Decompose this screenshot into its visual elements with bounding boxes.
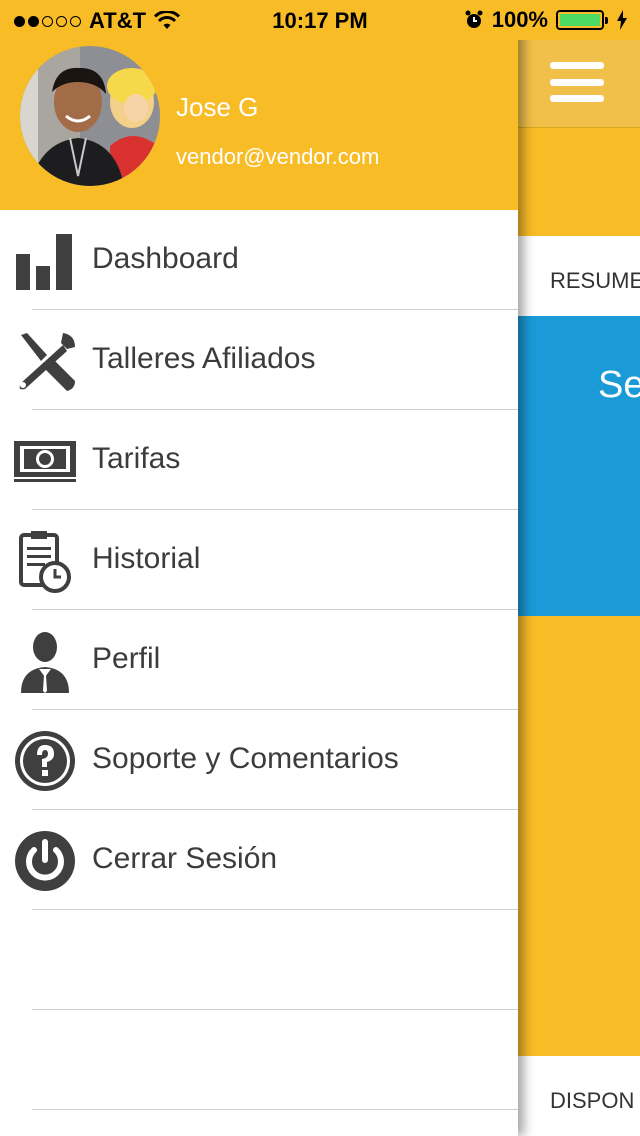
alarm-icon	[465, 10, 483, 28]
menu-item-perfil[interactable]: Perfil	[0, 610, 518, 710]
header-band	[518, 128, 640, 236]
summary-card[interactable]: Se	[518, 316, 640, 616]
menu-item-label: Talleres Afiliados	[92, 342, 316, 375]
menu-empty-row	[0, 1010, 518, 1110]
bar-chart-icon	[12, 228, 78, 294]
status-right: 100%	[464, 7, 628, 33]
menu-item-talleres[interactable]: Talleres Afiliados	[0, 310, 518, 410]
menu-item-historial[interactable]: Historial	[0, 510, 518, 610]
side-drawer: Jose G vendor@vendor.com Dashboard Talle…	[0, 0, 518, 1136]
menu-item-dashboard[interactable]: Dashboard	[0, 210, 518, 310]
nav-bar	[518, 40, 640, 128]
main-screen: RESUMEN Se DISPON	[518, 0, 640, 1136]
clipboard-clock-icon	[12, 528, 78, 594]
battery-percent: 100%	[491, 7, 548, 32]
tools-icon	[12, 328, 78, 394]
power-icon	[12, 828, 78, 894]
charging-icon	[617, 10, 627, 30]
menu-item-tarifas[interactable]: Tarifas	[0, 410, 518, 510]
menu-item-label: Perfil	[92, 642, 161, 675]
content-area	[518, 616, 640, 1056]
menu-item-label: Tarifas	[92, 442, 181, 475]
summary-card-text: Se	[598, 364, 640, 406]
status-bar: AT&T 10:17 PM 100%	[0, 0, 640, 40]
question-icon	[12, 728, 78, 794]
menu-item-label: Cerrar Sesión	[92, 842, 278, 875]
dispon-label: DISPON	[550, 1088, 635, 1113]
person-icon	[12, 628, 78, 694]
user-name: Jose G	[176, 92, 259, 122]
battery-level	[560, 14, 600, 26]
menu-item-label: Soporte y Comentarios	[92, 742, 399, 775]
menu-empty-row	[0, 910, 518, 1010]
menu-item-label: Historial	[92, 542, 201, 575]
drawer-menu: Dashboard Talleres Afiliados Tarifas His…	[0, 210, 518, 1110]
avatar[interactable]	[20, 46, 160, 186]
resumen-section: RESUMEN	[518, 236, 640, 316]
menu-item-soporte[interactable]: Soporte y Comentarios	[0, 710, 518, 810]
menu-item-logout[interactable]: Cerrar Sesión	[0, 810, 518, 910]
menu-item-label: Dashboard	[92, 242, 239, 275]
dispon-section: DISPON	[518, 1056, 640, 1136]
battery-icon	[556, 10, 608, 30]
user-email: vendor@vendor.com	[176, 144, 380, 169]
money-icon	[12, 428, 78, 494]
resumen-label: RESUMEN	[550, 268, 640, 293]
menu-icon[interactable]	[550, 62, 604, 102]
